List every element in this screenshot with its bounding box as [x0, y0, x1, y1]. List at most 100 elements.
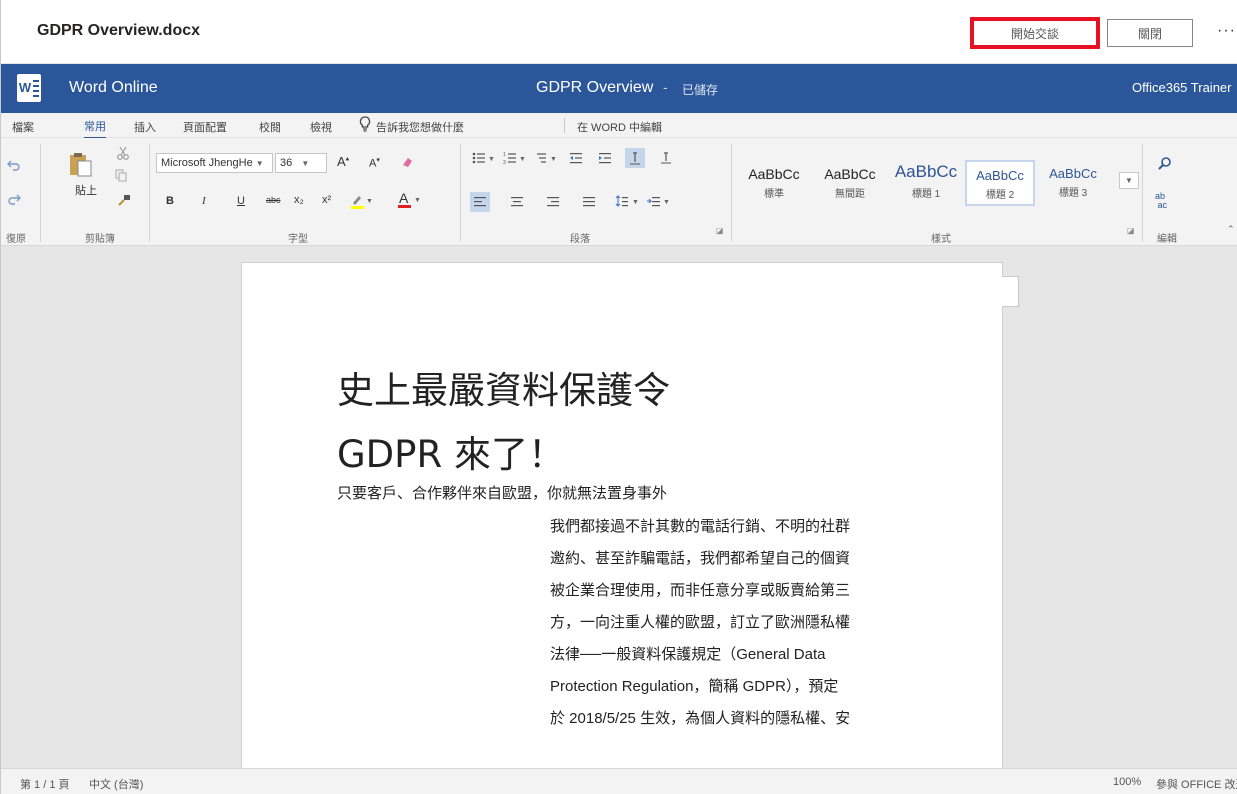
tab-insert[interactable]: 插入	[134, 119, 156, 135]
document-title-line-1[interactable]: 史上最嚴資料保護令	[337, 360, 670, 414]
tab-view[interactable]: 檢視	[310, 119, 332, 135]
tab-page-layout[interactable]: 頁面配置	[183, 119, 227, 135]
tab-file[interactable]: 檔案	[12, 119, 34, 135]
body-line[interactable]: 方，一向注重人權的歐盟，訂立了歐洲隱私權	[550, 607, 910, 639]
strikethrough-button[interactable]: abc	[266, 195, 281, 205]
numbering-icon[interactable]: 1 3 ▼	[503, 151, 527, 165]
body-line[interactable]: 被企業合理使用，而非任意分享或販賣給第三	[550, 575, 910, 607]
app-name[interactable]: Word Online	[69, 79, 158, 97]
justify-button[interactable]	[582, 195, 596, 209]
file-header: GDPR Overview.docx 開始交談 關閉 ···	[1, 0, 1237, 64]
replace-icon[interactable]: ab ac	[1155, 192, 1167, 210]
start-chat-button[interactable]: 開始交談	[970, 17, 1100, 49]
group-divider	[460, 144, 461, 242]
style-name: 無間距	[835, 189, 865, 200]
paragraph-group-label: 段落	[570, 234, 590, 245]
style-preview: AaBbCc	[894, 162, 958, 181]
comment-tab-handle[interactable]	[1002, 276, 1019, 307]
paste-icon[interactable]	[67, 152, 95, 178]
zoom-level[interactable]: 100%	[1113, 776, 1141, 788]
document-body[interactable]: 我們都接過不計其數的電話行銷、不明的社群 邀約、甚至詐騙電話，我們都希望自己的個…	[550, 511, 910, 735]
body-line[interactable]: 於 2018/5/25 生效，為個人資料的隱私權、安	[550, 703, 910, 735]
style-no-spacing[interactable]: AaBbCc 無間距	[820, 160, 880, 206]
more-options-icon[interactable]: ···	[1217, 22, 1236, 40]
subscript-button[interactable]: x₂	[294, 194, 304, 206]
body-line[interactable]: 邀約、甚至詐騙電話，我們都希望自己的個資	[550, 543, 910, 575]
user-name[interactable]: Office365 Trainer	[1132, 80, 1231, 95]
svg-text:▼: ▼	[663, 199, 670, 206]
feedback-link[interactable]: 參與 OFFICE 改進	[1156, 776, 1237, 792]
font-size-select[interactable]: 36 ▼	[275, 153, 327, 173]
ltr-text-icon[interactable]	[625, 148, 645, 168]
line-spacing-icon[interactable]: ▼	[615, 194, 641, 208]
word-logo-icon[interactable]: W	[17, 74, 41, 102]
status-bar: 第 1 / 1 頁 中文 (台灣) 100% 參與 OFFICE 改進	[1, 768, 1237, 794]
ribbon: 復原 貼上 剪貼簿 Microsoft JhengHe ▼ 36 ▼ A▴ A▾…	[1, 138, 1237, 246]
document-canvas[interactable]: 史上最嚴資料保護令 GDPR 來了！ 只要客戶、合作夥伴來自歐盟，你就無法置身事…	[1, 246, 1237, 768]
highlight-icon[interactable]: ▼	[350, 193, 372, 209]
document-subtitle[interactable]: 只要客戶、合作夥伴來自歐盟，你就無法置身事外	[337, 482, 667, 503]
tab-review[interactable]: 校閱	[259, 119, 281, 135]
word-app-bar: W Word Online GDPR Overview - 已儲存 Office…	[1, 64, 1237, 113]
multilevel-list-icon[interactable]: ▼	[533, 151, 559, 165]
decrease-indent-icon[interactable]	[569, 151, 583, 165]
align-center-button[interactable]	[510, 195, 524, 209]
style-preview: AaBbCc	[1049, 166, 1097, 181]
font-size-value: 36	[280, 157, 293, 169]
style-heading-1[interactable]: AaBbCc 標題 1	[891, 160, 961, 206]
collapse-ribbon-icon[interactable]: ⌃	[1227, 224, 1235, 235]
align-left-button[interactable]	[470, 192, 490, 212]
language-status[interactable]: 中文 (台灣)	[89, 776, 143, 792]
body-line[interactable]: 我們都接過不計其數的電話行銷、不明的社群	[550, 511, 910, 543]
svg-text:3: 3	[503, 160, 506, 165]
style-heading-3[interactable]: AaBbCc 標題 3	[1043, 160, 1103, 206]
format-painter-icon[interactable]	[117, 193, 131, 207]
close-button[interactable]: 關閉	[1107, 19, 1193, 47]
file-title: GDPR Overview.docx	[37, 22, 201, 39]
rtl-text-icon[interactable]	[659, 151, 673, 165]
document-title-line-2[interactable]: GDPR 來了！	[337, 424, 565, 478]
style-heading-2[interactable]: AaBbCc 標題 2	[965, 160, 1035, 206]
font-name-select[interactable]: Microsoft JhengHe ▼	[156, 153, 273, 173]
document-page[interactable]: 史上最嚴資料保護令 GDPR 來了！ 只要客戶、合作夥伴來自歐盟，你就無法置身事…	[241, 262, 1003, 768]
align-right-button[interactable]	[546, 195, 560, 209]
shrink-font-icon[interactable]: A▾	[369, 156, 380, 170]
document-name[interactable]: GDPR Overview	[536, 79, 653, 97]
group-divider	[1142, 144, 1143, 242]
underline-button[interactable]: U	[237, 195, 245, 207]
font-name-value: Microsoft JhengHe	[161, 157, 253, 169]
font-color-icon[interactable]: A ▼	[397, 191, 421, 209]
font-group-label: 字型	[288, 234, 308, 245]
clear-formatting-icon[interactable]	[400, 155, 414, 169]
bullets-icon[interactable]: ▼	[472, 151, 496, 165]
svg-text:▼: ▼	[488, 156, 495, 163]
bold-button[interactable]: B	[166, 195, 174, 207]
grow-font-icon[interactable]: A▴	[337, 154, 349, 169]
undo-icon[interactable]	[7, 158, 21, 172]
save-status: 已儲存	[682, 83, 719, 97]
copy-icon[interactable]	[114, 168, 128, 182]
group-divider	[40, 144, 41, 242]
redo-icon[interactable]	[7, 192, 21, 206]
shading-icon[interactable]: ▼	[646, 194, 672, 208]
body-line[interactable]: Protection Regulation，簡稱 GDPR），預定	[550, 671, 910, 703]
increase-indent-icon[interactable]	[598, 151, 612, 165]
find-icon[interactable]	[1158, 156, 1172, 170]
paragraph-dialog-launcher-icon[interactable]: ◪	[716, 226, 724, 235]
lightbulb-icon	[359, 116, 371, 132]
styles-more-button[interactable]: ▼	[1119, 172, 1139, 189]
superscript-button[interactable]: x²	[322, 194, 331, 206]
style-normal[interactable]: AaBbCc 標準	[744, 160, 804, 206]
styles-dialog-launcher-icon[interactable]: ◪	[1127, 226, 1135, 235]
style-name: 標準	[764, 189, 784, 200]
cut-icon[interactable]	[116, 146, 130, 160]
group-divider	[731, 144, 732, 242]
body-line[interactable]: 法律──一般資料保護規定（General Data	[550, 639, 910, 671]
svg-text:▼: ▼	[519, 156, 526, 163]
italic-button[interactable]: I	[202, 195, 206, 207]
tell-me-box[interactable]: 告訴我您想做什麼	[376, 119, 464, 135]
edit-in-word-button[interactable]: 在 WORD 中編輯	[577, 119, 662, 135]
tab-divider	[564, 118, 565, 133]
paste-label[interactable]: 貼上	[75, 182, 97, 198]
tab-home[interactable]: 常用	[84, 118, 106, 139]
